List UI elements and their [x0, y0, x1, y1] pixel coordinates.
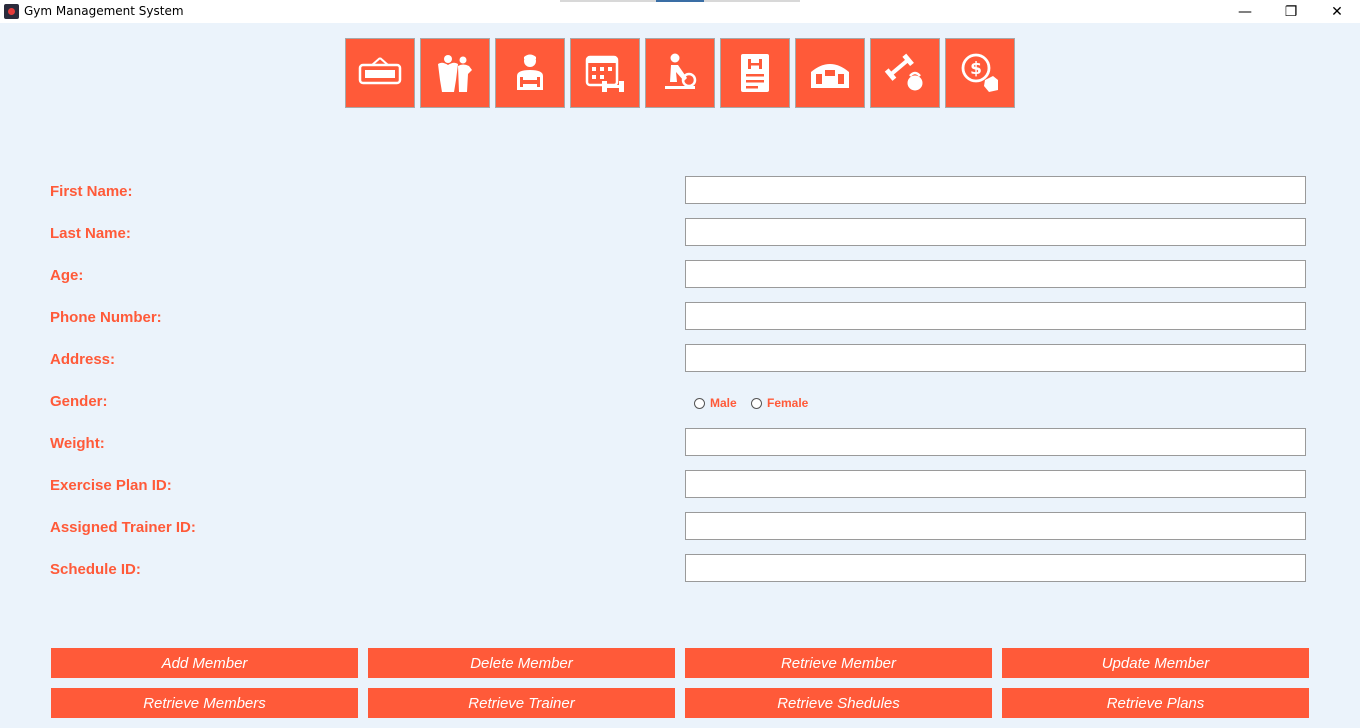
first-name-label: First Name: [50, 183, 133, 200]
schedule-id-label: Schedule ID: [50, 561, 141, 578]
address-label: Address: [50, 351, 116, 368]
weight-field[interactable] [685, 428, 1306, 456]
members-nav-button[interactable] [420, 38, 490, 108]
last-name-field[interactable] [685, 218, 1306, 246]
retrieve-schedules-button[interactable]: Retrieve Shedules [685, 688, 992, 718]
plans-nav-button[interactable] [720, 38, 790, 108]
payments-nav-button[interactable]: $ [945, 38, 1015, 108]
gym-building-icon [811, 64, 849, 88]
payment-icon: $ [961, 53, 998, 92]
exercises-nav-button[interactable] [645, 38, 715, 108]
phone-number-field[interactable] [685, 302, 1306, 330]
exercise-icon [665, 53, 697, 89]
plan-document-icon [741, 54, 769, 92]
minimize-icon: — [1238, 3, 1252, 20]
radio-circle-icon[interactable] [694, 397, 705, 409]
title-indicator-active [656, 0, 704, 2]
close-icon: ✕ [1331, 3, 1343, 20]
title-indicator [704, 0, 800, 2]
weight-label: Weight: [50, 435, 105, 452]
restore-button[interactable]: ❐ [1268, 0, 1314, 23]
age-field[interactable] [685, 260, 1306, 288]
first-name-field[interactable] [685, 176, 1306, 204]
assigned-trainer-id-field[interactable] [685, 512, 1306, 540]
gender-female-radio[interactable]: Female [751, 395, 808, 411]
assigned-trainer-id-label: Assigned Trainer ID: [50, 519, 196, 536]
exercise-plan-id-label: Exercise Plan ID: [50, 477, 172, 494]
phone-number-label: Phone Number: [50, 309, 162, 326]
minimize-button[interactable]: — [1222, 0, 1268, 23]
title-bar: Gym Management System — ❐ ✕ [0, 0, 1360, 23]
bodybuilders-icon [438, 55, 472, 92]
gender-female-label: Female [767, 396, 809, 410]
retrieve-members-button[interactable]: Retrieve Members [51, 688, 358, 718]
retrieve-trainer-button[interactable]: Retrieve Trainer [368, 688, 675, 718]
exercise-plan-id-field[interactable] [685, 470, 1306, 498]
address-field[interactable] [685, 344, 1306, 372]
welcome-nav-button[interactable] [345, 38, 415, 108]
schedules-nav-button[interactable] [570, 38, 640, 108]
update-member-button[interactable]: Update Member [1002, 648, 1309, 678]
age-label: Age: [50, 267, 84, 284]
gender-label: Gender: [50, 393, 108, 410]
schedule-id-field[interactable] [685, 554, 1306, 582]
close-button[interactable]: ✕ [1314, 0, 1360, 23]
gender-male-label: Male [710, 396, 737, 410]
equipment-nav-button[interactable] [870, 38, 940, 108]
restore-icon: ❐ [1284, 3, 1298, 20]
gyms-nav-button[interactable] [795, 38, 865, 108]
equipment-icon [884, 53, 923, 91]
retrieve-member-button[interactable]: Retrieve Member [685, 648, 992, 678]
last-name-label: Last Name: [50, 225, 131, 242]
welcome-sign-icon [358, 57, 402, 85]
app-logo-icon [4, 4, 19, 19]
retrieve-plans-button[interactable]: Retrieve Plans [1002, 688, 1309, 718]
schedule-calendar-icon [585, 55, 624, 92]
gender-male-radio[interactable]: Male [694, 395, 737, 411]
radio-circle-icon[interactable] [751, 397, 762, 409]
title-indicator [560, 0, 656, 2]
delete-member-button[interactable]: Delete Member [368, 648, 675, 678]
svg-text:$: $ [970, 59, 982, 79]
trainer-icon [517, 54, 543, 90]
add-member-button[interactable]: Add Member [51, 648, 358, 678]
trainers-nav-button[interactable] [495, 38, 565, 108]
window-title: Gym Management System [24, 4, 184, 18]
